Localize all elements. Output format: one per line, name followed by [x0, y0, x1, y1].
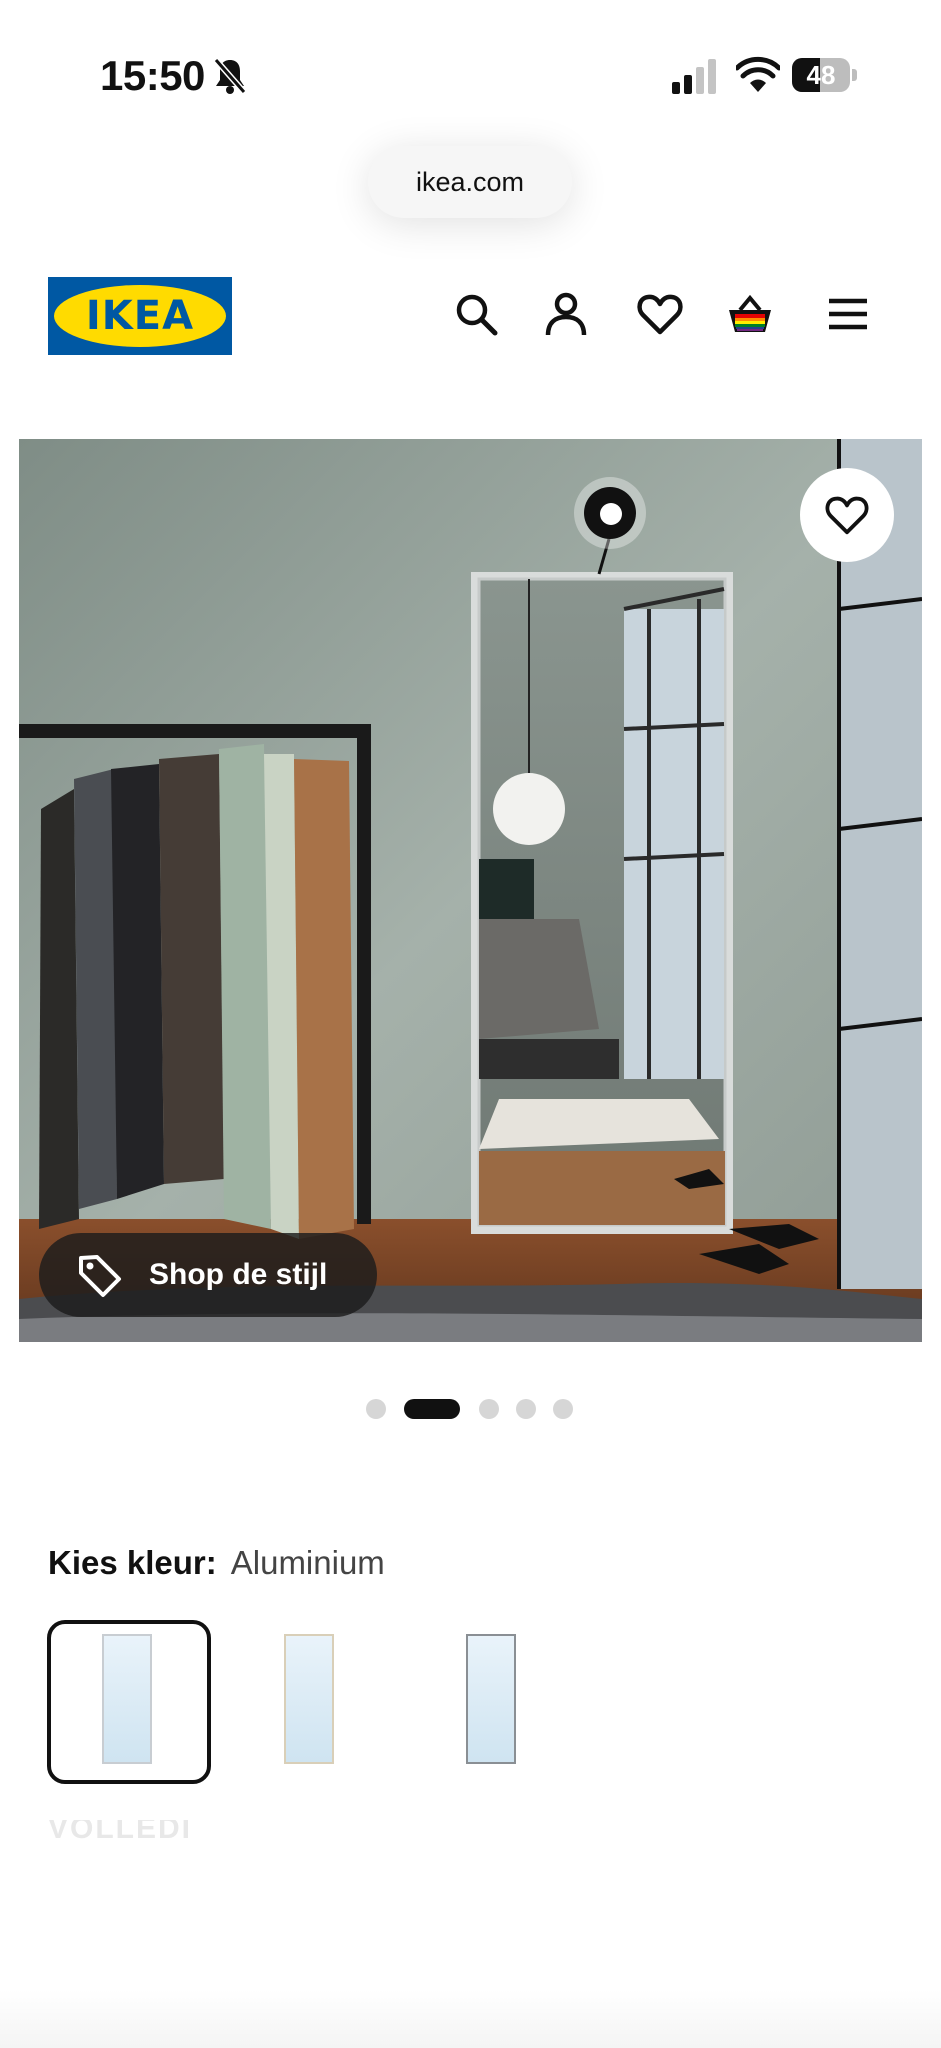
mirror-thumbnail	[466, 1634, 516, 1764]
heart-icon	[825, 496, 869, 535]
color-selector-heading: Kies kleur: Aluminium	[48, 1544, 385, 1588]
status-time: 15:50	[100, 52, 205, 99]
ikea-logo[interactable]: IKEA	[48, 277, 232, 355]
logo-text: IKEA	[85, 293, 195, 339]
mirror-thumbnail	[284, 1634, 334, 1764]
status-bar: 15:50 48	[0, 0, 941, 150]
color-option-aluminium[interactable]	[47, 1620, 211, 1784]
battery-percentage: 48	[806, 60, 836, 90]
mirror-thumbnail	[102, 1634, 152, 1764]
favorites-icon[interactable]	[636, 290, 684, 338]
bell-muted-icon	[213, 58, 247, 94]
hotspot-icon[interactable]	[574, 477, 646, 549]
add-to-favorites-button[interactable]	[800, 468, 894, 562]
battery-icon: 48	[792, 58, 858, 94]
product-hero-image[interactable]: Shop de stijl	[19, 439, 922, 1342]
bottom-toolbar-fade	[0, 1990, 941, 2048]
address-bar[interactable]: ikea.com	[368, 146, 572, 218]
wifi-icon	[736, 56, 780, 92]
account-icon[interactable]	[542, 290, 590, 338]
shopping-bag-icon[interactable]	[726, 290, 774, 338]
carousel-dot-2[interactable]	[404, 1399, 460, 1419]
room-scene-illustration	[19, 439, 922, 1342]
selected-color-value: Aluminium	[230, 1544, 385, 1581]
shop-the-look-label: Shop de stijl	[149, 1258, 328, 1291]
shop-the-look-button[interactable]: Shop de stijl	[39, 1233, 377, 1317]
menu-icon[interactable]	[824, 290, 872, 338]
carousel-dot-3[interactable]	[479, 1399, 499, 1419]
color-option-3[interactable]	[411, 1620, 575, 1784]
carousel-pagination	[0, 1399, 941, 1419]
faded-section-heading: VOLLEDIG	[48, 1820, 188, 1842]
cellular-signal-icon	[672, 59, 716, 94]
search-icon[interactable]	[452, 290, 500, 338]
color-option-2[interactable]	[229, 1620, 393, 1784]
carousel-dot-4[interactable]	[516, 1399, 536, 1419]
carousel-dot-1[interactable]	[366, 1399, 386, 1419]
tag-icon	[79, 1255, 121, 1297]
color-label: Kies kleur:	[48, 1544, 217, 1581]
carousel-dot-5[interactable]	[553, 1399, 573, 1419]
